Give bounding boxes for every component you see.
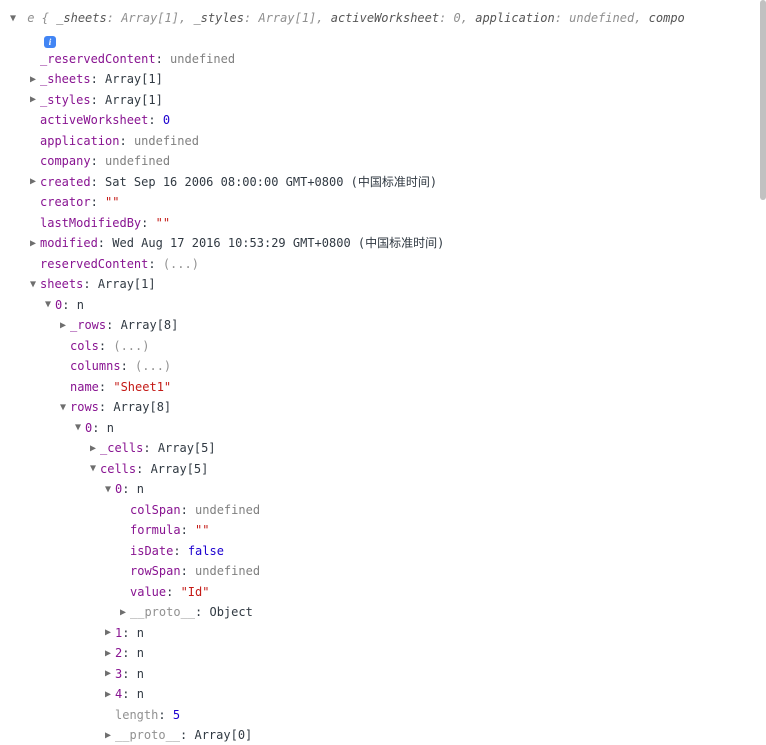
cells-3[interactable]: ▶3: n — [0, 664, 766, 685]
prop-_styles[interactable]: ▶_styles: Array[1] — [0, 90, 766, 111]
cells-proto[interactable]: ▶__proto__: Array[0] — [0, 725, 766, 745]
cell0-colSpan[interactable]: ▶colSpan: undefined — [0, 500, 766, 521]
chevron-down-icon[interactable]: ▼ — [75, 418, 85, 438]
cells-length[interactable]: ▶length: 5 — [0, 705, 766, 726]
chevron-right-icon[interactable]: ▶ — [30, 172, 40, 192]
row0-cells[interactable]: ▼cells: Array[5] — [0, 459, 766, 480]
prop-reservedContent[interactable]: ▶reservedContent: (...) — [0, 254, 766, 275]
chevron-right-icon[interactable]: ▶ — [30, 90, 40, 110]
cell0-proto[interactable]: ▶__proto__: Object — [0, 602, 766, 623]
prop-lastModifiedBy[interactable]: ▶lastModifiedBy: "" — [0, 213, 766, 234]
cells-0[interactable]: ▼0: n — [0, 479, 766, 500]
cell0-formula[interactable]: ▶formula: "" — [0, 520, 766, 541]
chevron-right-icon[interactable]: ▶ — [105, 685, 115, 705]
chevron-right-icon[interactable]: ▶ — [30, 70, 40, 90]
cells-4[interactable]: ▶4: n — [0, 684, 766, 705]
cell0-rowSpan[interactable]: ▶rowSpan: undefined — [0, 561, 766, 582]
chevron-down-icon[interactable]: ▼ — [30, 275, 40, 295]
sheet0-_rows[interactable]: ▶_rows: Array[8] — [0, 315, 766, 336]
cell0-value[interactable]: ▶value: "Id" — [0, 582, 766, 603]
vertical-scrollbar[interactable] — [760, 0, 766, 200]
chevron-right-icon[interactable]: ▶ — [105, 644, 115, 664]
chevron-down-icon[interactable]: ▼ — [10, 9, 20, 29]
sheet0-name[interactable]: ▶name: "Sheet1" — [0, 377, 766, 398]
prop-created[interactable]: ▶created: Sat Sep 16 2006 08:00:00 GMT+0… — [0, 172, 766, 193]
prop-_reservedContent[interactable]: ▶_reservedContent: undefined — [0, 49, 766, 70]
prop-application[interactable]: ▶application: undefined — [0, 131, 766, 152]
sheets-0[interactable]: ▼0: n — [0, 295, 766, 316]
chevron-down-icon[interactable]: ▼ — [60, 398, 70, 418]
chevron-down-icon[interactable]: ▼ — [45, 295, 55, 315]
sheet0-rows[interactable]: ▼rows: Array[8] — [0, 397, 766, 418]
prop-_sheets[interactable]: ▶_sheets: Array[1] — [0, 69, 766, 90]
chevron-right-icon[interactable]: ▶ — [105, 623, 115, 643]
cells-2[interactable]: ▶2: n — [0, 643, 766, 664]
row0-_cells[interactable]: ▶_cells: Array[5] — [0, 438, 766, 459]
prop-modified[interactable]: ▶modified: Wed Aug 17 2016 10:53:29 GMT+… — [0, 233, 766, 254]
chevron-right-icon[interactable]: ▶ — [90, 439, 100, 459]
info-icon[interactable] — [44, 36, 56, 48]
info-badge-line — [0, 29, 766, 49]
prop-sheets[interactable]: ▼sheets: Array[1] — [0, 274, 766, 295]
chevron-right-icon[interactable]: ▶ — [30, 234, 40, 254]
chevron-right-icon[interactable]: ▶ — [60, 316, 70, 336]
chevron-down-icon[interactable]: ▼ — [105, 480, 115, 500]
object-preview-line[interactable]: ▼ e { _sheets: Array[1], _styles: Array[… — [0, 8, 766, 29]
sheet0-columns[interactable]: ▶columns: (...) — [0, 356, 766, 377]
sheet0-cols[interactable]: ▶cols: (...) — [0, 336, 766, 357]
chevron-down-icon[interactable]: ▼ — [90, 459, 100, 479]
chevron-right-icon[interactable]: ▶ — [105, 664, 115, 684]
chevron-right-icon[interactable]: ▶ — [105, 726, 115, 745]
rows-0[interactable]: ▼0: n — [0, 418, 766, 439]
cell0-isDate[interactable]: ▶isDate: false — [0, 541, 766, 562]
prop-activeWorksheet[interactable]: ▶activeWorksheet: 0 — [0, 110, 766, 131]
preview-lead: e { — [27, 11, 49, 25]
prop-creator[interactable]: ▶creator: "" — [0, 192, 766, 213]
chevron-right-icon[interactable]: ▶ — [120, 603, 130, 623]
prop-company[interactable]: ▶company: undefined — [0, 151, 766, 172]
cells-1[interactable]: ▶1: n — [0, 623, 766, 644]
